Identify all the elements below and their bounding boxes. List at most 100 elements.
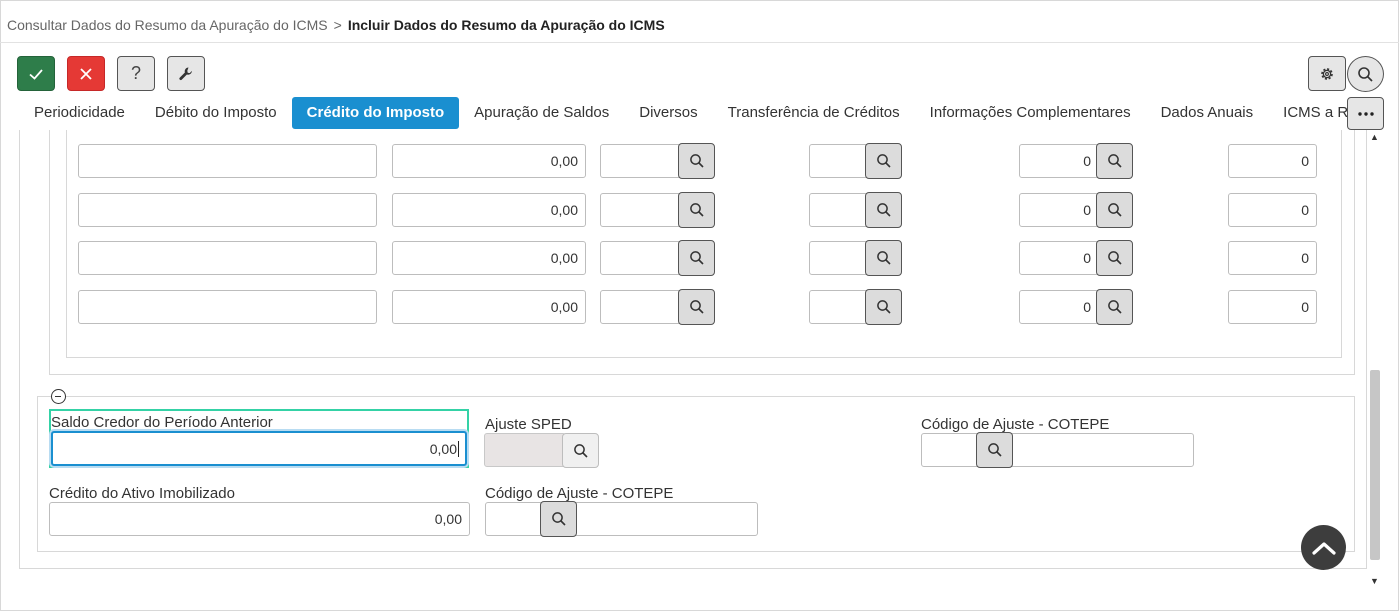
grid-row-1-count-lookup-button[interactable]	[1096, 143, 1133, 179]
ajuste-sped-label: Ajuste SPED	[485, 416, 572, 433]
codigo-ajuste-cotepe-input-2[interactable]	[485, 502, 758, 536]
settings-button[interactable]	[1308, 56, 1346, 91]
scroll-down-arrow-icon[interactable]: ▼	[1370, 576, 1379, 586]
credito-ativo-label: Crédito do Ativo Imobilizado	[49, 485, 235, 502]
codigo-ajuste-cotepe-label-1: Código de Ajuste - COTEPE	[921, 416, 1110, 433]
header-divider	[0, 42, 1399, 43]
grid-row-2-last-input[interactable]: 0	[1228, 193, 1317, 227]
search-icon	[876, 154, 891, 168]
grid-row-3-count-lookup-button[interactable]	[1096, 240, 1133, 276]
grid-row-2-code-a-input[interactable]	[600, 193, 682, 227]
tab-debito-do-imposto[interactable]: Débito do Imposto	[140, 97, 292, 129]
chevron-up-icon	[1311, 541, 1336, 555]
grid-row-3-last-input[interactable]: 0	[1228, 241, 1317, 275]
grid-row-4-count-input[interactable]: 0	[1019, 290, 1099, 324]
grid-row-2-code-b-input[interactable]	[809, 193, 869, 227]
search-icon	[573, 443, 588, 458]
search-icon	[689, 203, 704, 217]
grid-row-4-code-a-lookup-button[interactable]	[678, 289, 715, 325]
scroll-thumb[interactable]	[1370, 370, 1380, 560]
grid-row-3-code-b-lookup-button[interactable]	[865, 240, 902, 276]
grid-row-3-code-a-input[interactable]	[600, 241, 682, 275]
breadcrumb: Consultar Dados do Resumo da Apuração do…	[7, 17, 665, 33]
search-icon	[876, 251, 891, 265]
tab-transferencia-de-creditos[interactable]: Transferência de Créditos	[713, 97, 915, 129]
grid-row-3-amount-input[interactable]: 0,00	[392, 241, 586, 275]
search-icon	[1107, 300, 1122, 314]
credito-ativo-input[interactable]: 0,00	[49, 502, 470, 536]
wrench-icon	[179, 67, 192, 80]
breadcrumb-parent-link[interactable]: Consultar Dados do Resumo da Apuração do…	[7, 17, 328, 33]
grid-row-1-count-input[interactable]: 0	[1019, 144, 1099, 178]
help-label: ?	[130, 63, 141, 83]
saldo-credor-input[interactable]: 0,00	[51, 431, 467, 466]
text-caret	[458, 440, 459, 457]
tab-informacoes-complementares[interactable]: Informações Complementares	[915, 97, 1146, 129]
grid-row-2-code-b-lookup-button[interactable]	[865, 192, 902, 228]
grid-row-2-amount-input[interactable]: 0,00	[392, 193, 586, 227]
grid-row-3-code-b-input[interactable]	[809, 241, 869, 275]
tab-credito-do-imposto[interactable]: Crédito do Imposto	[291, 97, 460, 129]
codigo-ajuste-cotepe-input-1[interactable]	[921, 433, 1194, 467]
grid-row-4-code-a-input[interactable]	[600, 290, 682, 324]
grid-row-2-code-a-lookup-button[interactable]	[678, 192, 715, 228]
tab-apuracao-de-saldos[interactable]: Apuração de Saldos	[459, 97, 624, 129]
global-search-button[interactable]	[1347, 56, 1384, 92]
back-to-top-button[interactable]	[1301, 525, 1346, 570]
grid-row-1-code-b-lookup-button[interactable]	[865, 143, 902, 179]
tab-bar: Periodicidade Débito do Imposto Crédito …	[19, 97, 1349, 129]
gear-icon	[1321, 67, 1333, 80]
close-icon	[80, 67, 92, 80]
search-icon	[1107, 203, 1122, 217]
more-icon	[1357, 111, 1374, 116]
search-icon	[689, 154, 704, 168]
grid-row-1-code-a-input[interactable]	[600, 144, 682, 178]
search-icon	[876, 300, 891, 314]
search-icon	[876, 203, 891, 217]
grid-row-4-description-input[interactable]	[78, 290, 377, 324]
grid-row-4-code-b-input[interactable]	[809, 290, 869, 324]
scroll-up-arrow-icon[interactable]: ▲	[1370, 132, 1379, 142]
help-button[interactable]: ?	[117, 56, 155, 91]
search-icon	[551, 512, 566, 526]
grid-row-3-count-input[interactable]: 0	[1019, 241, 1099, 275]
more-tabs-button[interactable]	[1347, 97, 1384, 130]
ajuste-sped-lookup-button[interactable]	[562, 433, 599, 468]
grid-row-2-count-lookup-button[interactable]	[1096, 192, 1133, 228]
grid-row-2-description-input[interactable]	[78, 193, 377, 227]
confirm-button[interactable]	[17, 56, 55, 91]
search-icon	[689, 251, 704, 265]
grid-row-1-code-b-input[interactable]	[809, 144, 869, 178]
search-icon	[987, 443, 1002, 457]
grid-row-1-description-input[interactable]	[78, 144, 377, 178]
tab-diversos[interactable]: Diversos	[624, 97, 712, 129]
grid-row-4-count-lookup-button[interactable]	[1096, 289, 1133, 325]
search-icon	[1107, 251, 1122, 265]
grid-row-4-amount-input[interactable]: 0,00	[392, 290, 586, 324]
search-icon	[689, 300, 704, 314]
grid-row-1-code-a-lookup-button[interactable]	[678, 143, 715, 179]
cancel-button[interactable]	[67, 56, 105, 91]
codigo-ajuste-cotepe-lookup-button-1[interactable]	[976, 432, 1013, 468]
grid-row-4-last-input[interactable]: 0	[1228, 290, 1317, 324]
breadcrumb-separator: >	[333, 17, 342, 33]
saldo-credor-value: 0,00	[429, 440, 457, 457]
grid-row-2-count-input[interactable]: 0	[1019, 193, 1099, 227]
grid-row-4-code-b-lookup-button[interactable]	[865, 289, 902, 325]
check-icon	[29, 68, 43, 80]
tab-icms-a-recolher[interactable]: ICMS a Recolher	[1268, 97, 1349, 129]
grid-row-3-code-a-lookup-button[interactable]	[678, 240, 715, 276]
tools-button[interactable]	[167, 56, 205, 91]
grid-row-3-description-input[interactable]	[78, 241, 377, 275]
saldo-credor-label: Saldo Credor do Período Anterior	[51, 414, 273, 431]
vertical-scrollbar[interactable]: ▲ ▼	[1367, 130, 1383, 593]
tab-periodicidade[interactable]: Periodicidade	[19, 97, 140, 129]
collapse-section-icon[interactable]	[51, 389, 66, 404]
grid-row-1-last-input[interactable]: 0	[1228, 144, 1317, 178]
codigo-ajuste-cotepe-lookup-button-2[interactable]	[540, 501, 577, 537]
grid-row-1-amount-input[interactable]: 0,00	[392, 144, 586, 178]
tab-dados-anuais[interactable]: Dados Anuais	[1146, 97, 1269, 129]
search-icon	[1358, 66, 1373, 82]
ajuste-sped-input[interactable]	[484, 433, 566, 467]
search-icon	[1107, 154, 1122, 168]
